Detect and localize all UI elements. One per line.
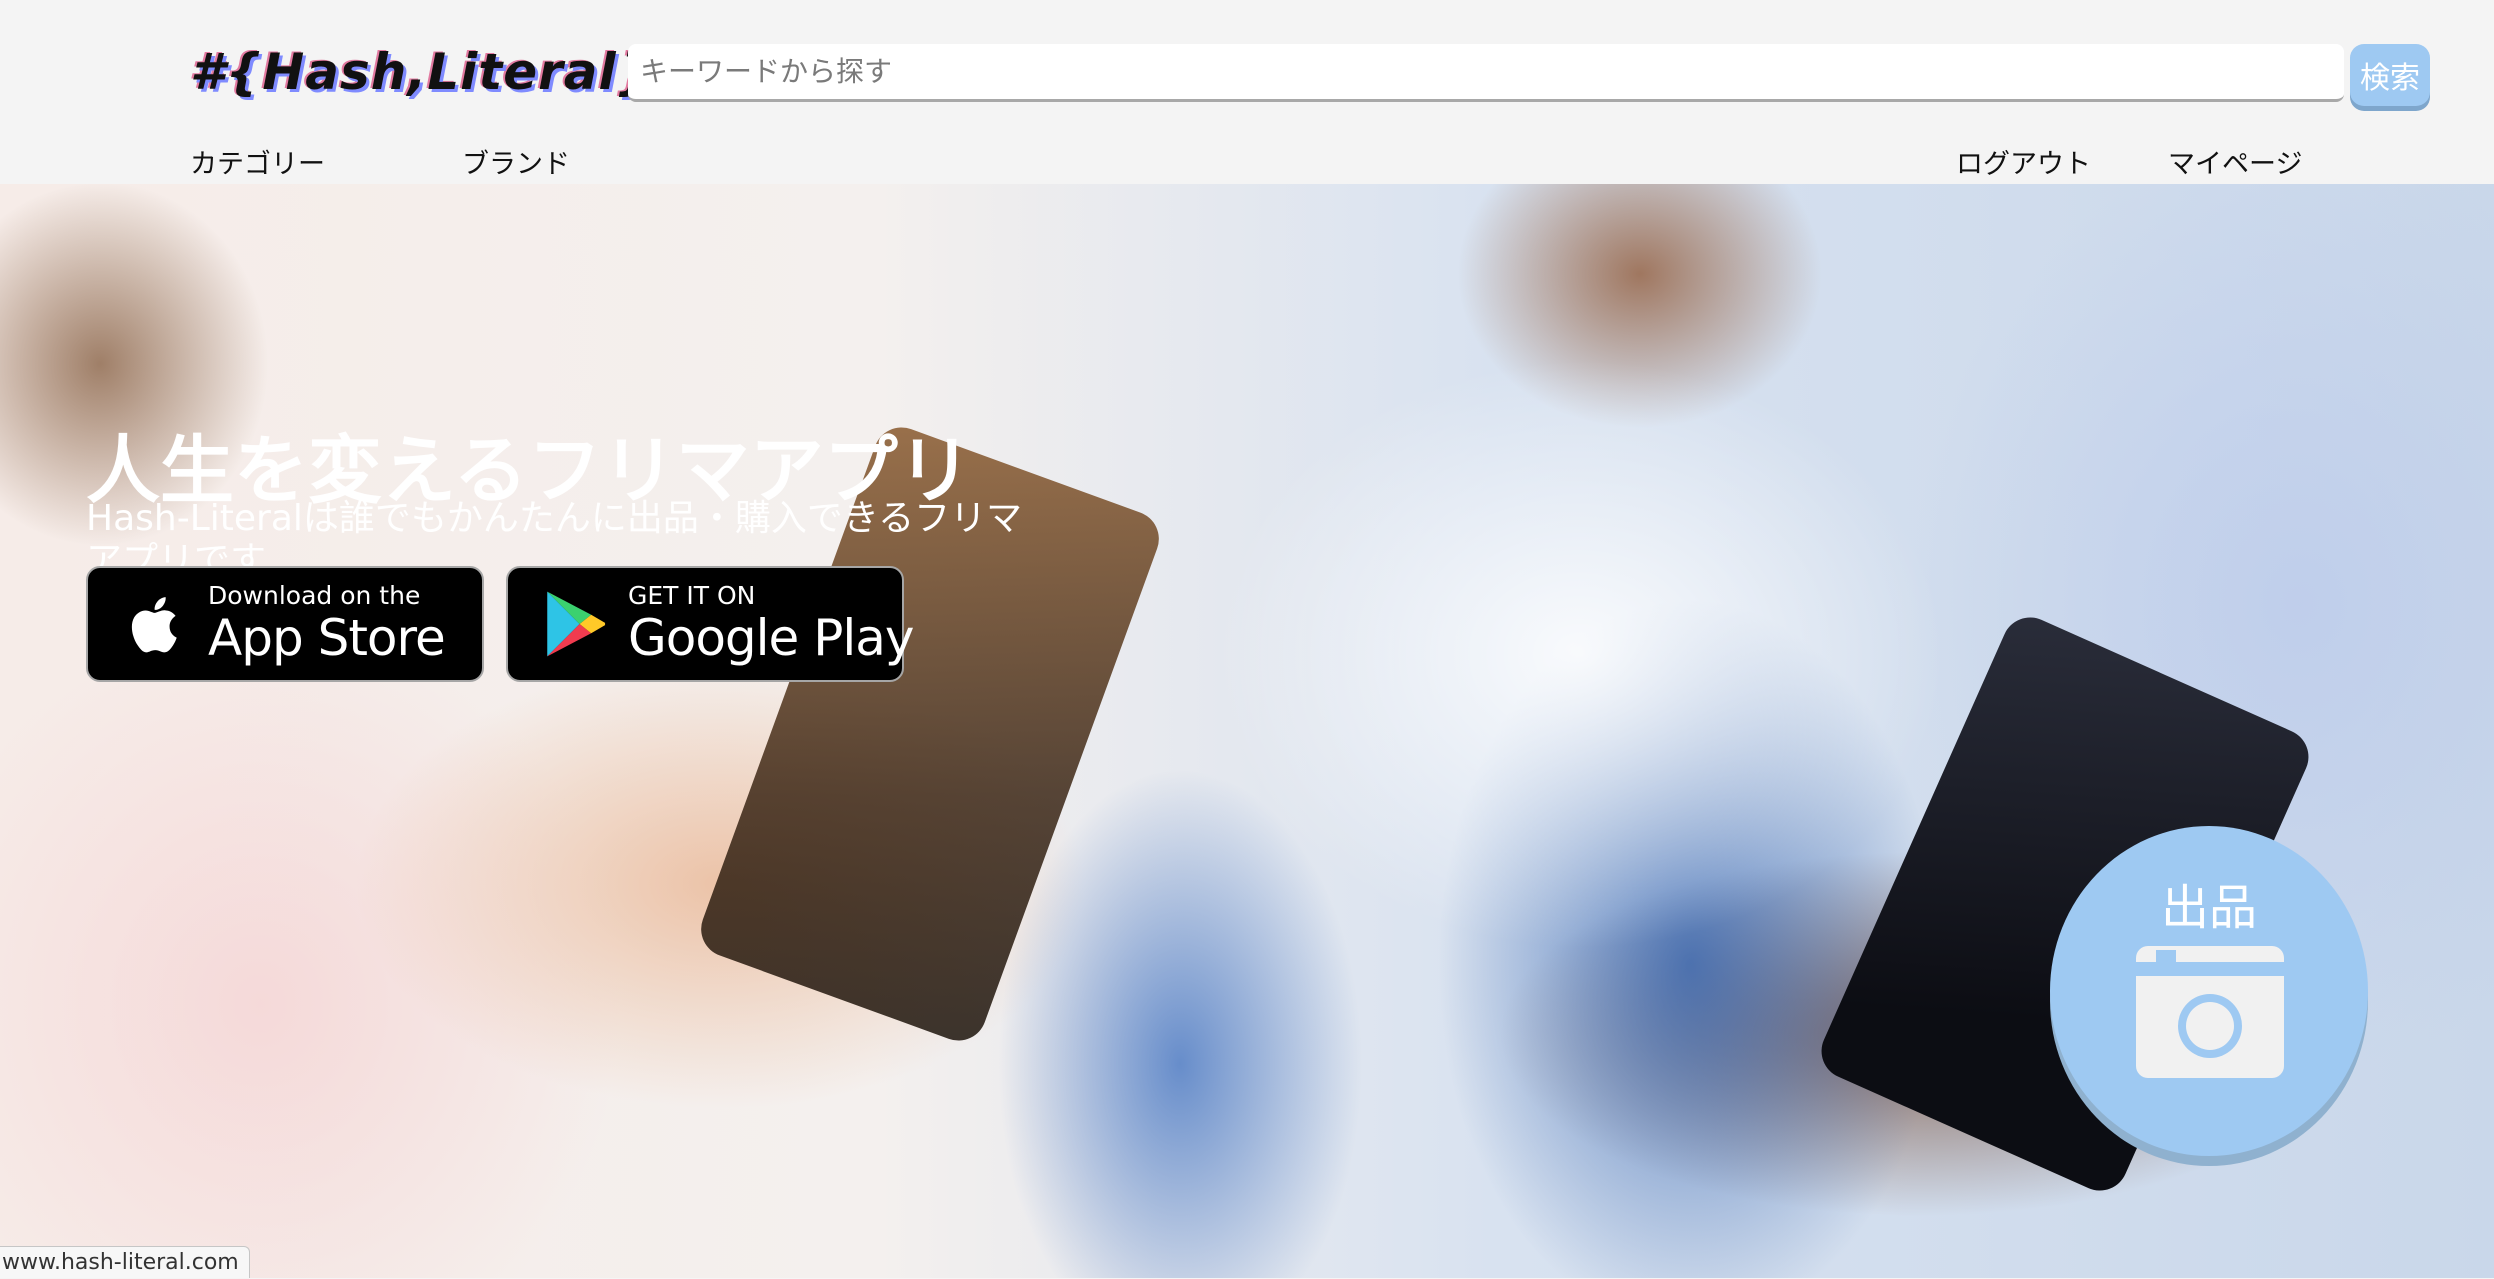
search-form: 検索 — [628, 44, 2430, 106]
google-play-badge-text: GET IT ON Google Play — [628, 581, 914, 667]
nav-logout-link[interactable]: ログアウト — [1956, 142, 2091, 181]
search-button[interactable]: 検索 — [2350, 44, 2430, 106]
nav-mypage-link[interactable]: マイページ — [2168, 142, 2302, 181]
sell-button[interactable]: 出品 — [2050, 826, 2368, 1156]
status-bar-url: www.hash-literal.com — [0, 1246, 250, 1278]
app-store-badge[interactable]: Download on the App Store — [86, 566, 484, 682]
google-play-badge[interactable]: GET IT ON Google Play — [506, 566, 914, 682]
sell-button-label: 出品 — [2160, 880, 2257, 936]
apple-icon — [131, 597, 177, 653]
camera-icon — [2136, 946, 2284, 1078]
app-store-small-text: Download on the — [208, 581, 421, 610]
app-store-badge-text: Download on the App Store — [208, 581, 446, 667]
search-input[interactable] — [628, 44, 2344, 102]
google-play-icon — [547, 591, 606, 657]
hero-title: 人生を変えるフリマアプリ — [86, 427, 972, 514]
nav-brand-link[interactable]: ブランド — [462, 142, 570, 181]
site-logo[interactable]: #{Hash,Literal} — [190, 36, 653, 108]
nav-category-link[interactable]: カテゴリー — [190, 142, 325, 181]
app-store-large-text: App Store — [208, 609, 446, 667]
google-play-large-text: Google Play — [628, 609, 914, 667]
site-header: #{Hash,Literal} 検索 カテゴリー ブランド ログアウト マイペー… — [0, 0, 2494, 184]
google-play-small-text: GET IT ON — [628, 581, 756, 610]
